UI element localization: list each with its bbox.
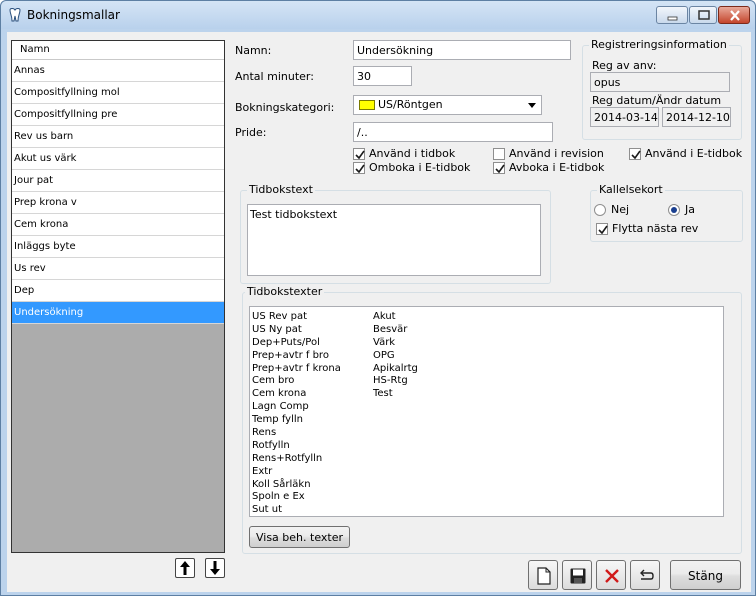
list-item[interactable]: OPG xyxy=(373,350,418,363)
list-item[interactable]: Koll Sårläkn xyxy=(252,479,341,492)
list-item[interactable]: Rens+Rotfylln xyxy=(252,453,341,466)
new-document-icon xyxy=(537,567,551,585)
list-item[interactable]: Akut xyxy=(373,311,418,324)
list-item[interactable]: Test xyxy=(373,388,418,401)
list-item[interactable]: Cem bro xyxy=(252,375,341,388)
list-item[interactable]: Temp fylln xyxy=(252,414,341,427)
list-item[interactable]: Spoln e Ex xyxy=(252,491,341,504)
registrering-title: Registreringsinformation xyxy=(589,38,729,51)
reg-datum-label: Reg datum/Ändr datum xyxy=(592,94,722,107)
maximize-button[interactable] xyxy=(689,6,717,24)
list-item[interactable]: Annas xyxy=(12,60,224,82)
list-item[interactable]: Prep+avtr f krona xyxy=(252,363,341,376)
minimize-icon xyxy=(667,16,678,21)
tidbokstext-title: Tidbokstext xyxy=(247,183,315,196)
list-item[interactable]: Akut us värk xyxy=(12,148,224,170)
list-item[interactable]: Cem krona xyxy=(12,214,224,236)
client-area: Namn Annas Compositfyllning mol Composit… xyxy=(7,32,751,592)
save-disk-icon xyxy=(570,568,586,584)
texts-column-2: Akut Besvär Värk OPG Apikalrtg HS-Rtg Te… xyxy=(373,311,418,401)
delete-button[interactable] xyxy=(596,560,626,590)
list-item-selected[interactable]: Undersökning xyxy=(12,302,224,324)
dropdown-arrow-icon xyxy=(528,103,536,108)
arrow-down-icon xyxy=(210,561,220,575)
list-header-label: Namn xyxy=(20,44,50,55)
arrow-up-icon xyxy=(180,561,190,575)
list-item[interactable]: Compositfyllning pre xyxy=(12,104,224,126)
checkmark-icon xyxy=(355,150,365,160)
checkmark-icon xyxy=(598,225,608,235)
delete-x-icon xyxy=(605,569,619,583)
template-list[interactable]: Namn Annas Compositfyllning mol Composit… xyxy=(11,40,225,553)
undo-icon xyxy=(640,569,654,580)
category-color-swatch xyxy=(359,100,375,110)
checkmark-icon xyxy=(495,164,505,174)
list-item[interactable]: US Ny pat xyxy=(252,324,341,337)
namn-label: Namn: xyxy=(235,44,272,57)
list-item[interactable]: Prep+avtr f bro xyxy=(252,350,341,363)
list-item[interactable]: Cem krona xyxy=(252,388,341,401)
checkmark-icon xyxy=(631,150,641,160)
list-item[interactable]: Besvär xyxy=(373,324,418,337)
list-header[interactable]: Namn xyxy=(12,41,224,60)
close-icon xyxy=(730,10,740,21)
list-item[interactable]: HS-Rtg xyxy=(373,375,418,388)
list-item[interactable]: Rotfylln xyxy=(252,440,341,453)
undo-button[interactable] xyxy=(630,560,660,590)
list-item[interactable]: US Rev pat xyxy=(252,311,341,324)
minuter-label: Antal minuter: xyxy=(235,70,314,83)
checkmark-icon xyxy=(355,164,365,174)
tidbokstexter-list[interactable]: US Rev pat US Ny pat Dep+Puts/Pol Prep+a… xyxy=(249,306,724,517)
new-button[interactable] xyxy=(528,560,558,590)
title-bar[interactable]: Bokningsmallar xyxy=(1,1,755,29)
move-up-button[interactable] xyxy=(175,558,195,578)
list-item[interactable]: Sut ut xyxy=(252,504,341,517)
list-item[interactable]: Prep krona v xyxy=(12,192,224,214)
list-item[interactable]: Us rev xyxy=(12,258,224,280)
minuter-input[interactable]: 30 xyxy=(353,66,412,86)
texts-column-1: US Rev pat US Ny pat Dep+Puts/Pol Prep+a… xyxy=(252,311,341,517)
andr-datum-field: 2014-12-10 xyxy=(662,107,731,127)
stang-button[interactable]: Stäng xyxy=(670,560,741,590)
reg-datum-field: 2014-03-14 xyxy=(590,107,659,127)
list-item[interactable]: Extr xyxy=(252,466,341,479)
move-down-button[interactable] xyxy=(205,558,225,578)
list-item[interactable]: Dep+Puts/Pol xyxy=(252,337,341,350)
reg-av-field: opus xyxy=(590,72,730,92)
pride-input[interactable]: /.. xyxy=(353,122,553,142)
pride-label: Pride: xyxy=(235,126,267,139)
app-tooth-icon xyxy=(7,7,23,23)
maximize-icon xyxy=(698,10,710,20)
minimize-button[interactable] xyxy=(656,6,688,24)
list-item[interactable]: Dep xyxy=(12,280,224,302)
window-title: Bokningsmallar xyxy=(27,8,120,22)
main-window: Bokningsmallar Namn Annas Compositfyllni… xyxy=(0,0,756,596)
namn-input[interactable]: Undersökning xyxy=(353,40,571,60)
kategori-label: Bokningskategori: xyxy=(235,101,335,114)
list-item[interactable]: Lagn Comp xyxy=(252,401,341,414)
list-item[interactable]: Värk xyxy=(373,337,418,350)
tidbokstext-textarea[interactable]: Test tidbokstext xyxy=(247,204,541,276)
list-item[interactable]: Inläggs byte xyxy=(12,236,224,258)
list-item[interactable]: Compositfyllning mol xyxy=(12,82,224,104)
list-item[interactable]: Apikalrtg xyxy=(373,363,418,376)
kategori-select[interactable]: US/Röntgen xyxy=(353,95,542,115)
list-item[interactable]: Jour pat xyxy=(12,170,224,192)
close-button[interactable] xyxy=(718,6,750,24)
save-button[interactable] xyxy=(562,560,592,590)
list-item[interactable]: Rens xyxy=(252,427,341,440)
kallelsekort-title: Kallelsekort xyxy=(597,183,665,196)
reg-av-label: Reg av anv: xyxy=(592,59,657,72)
tidbokstexter-title: Tidbokstexter xyxy=(245,285,325,298)
list-item[interactable]: Rev us barn xyxy=(12,126,224,148)
visa-beh-texter-button[interactable]: Visa beh. texter xyxy=(249,526,350,548)
